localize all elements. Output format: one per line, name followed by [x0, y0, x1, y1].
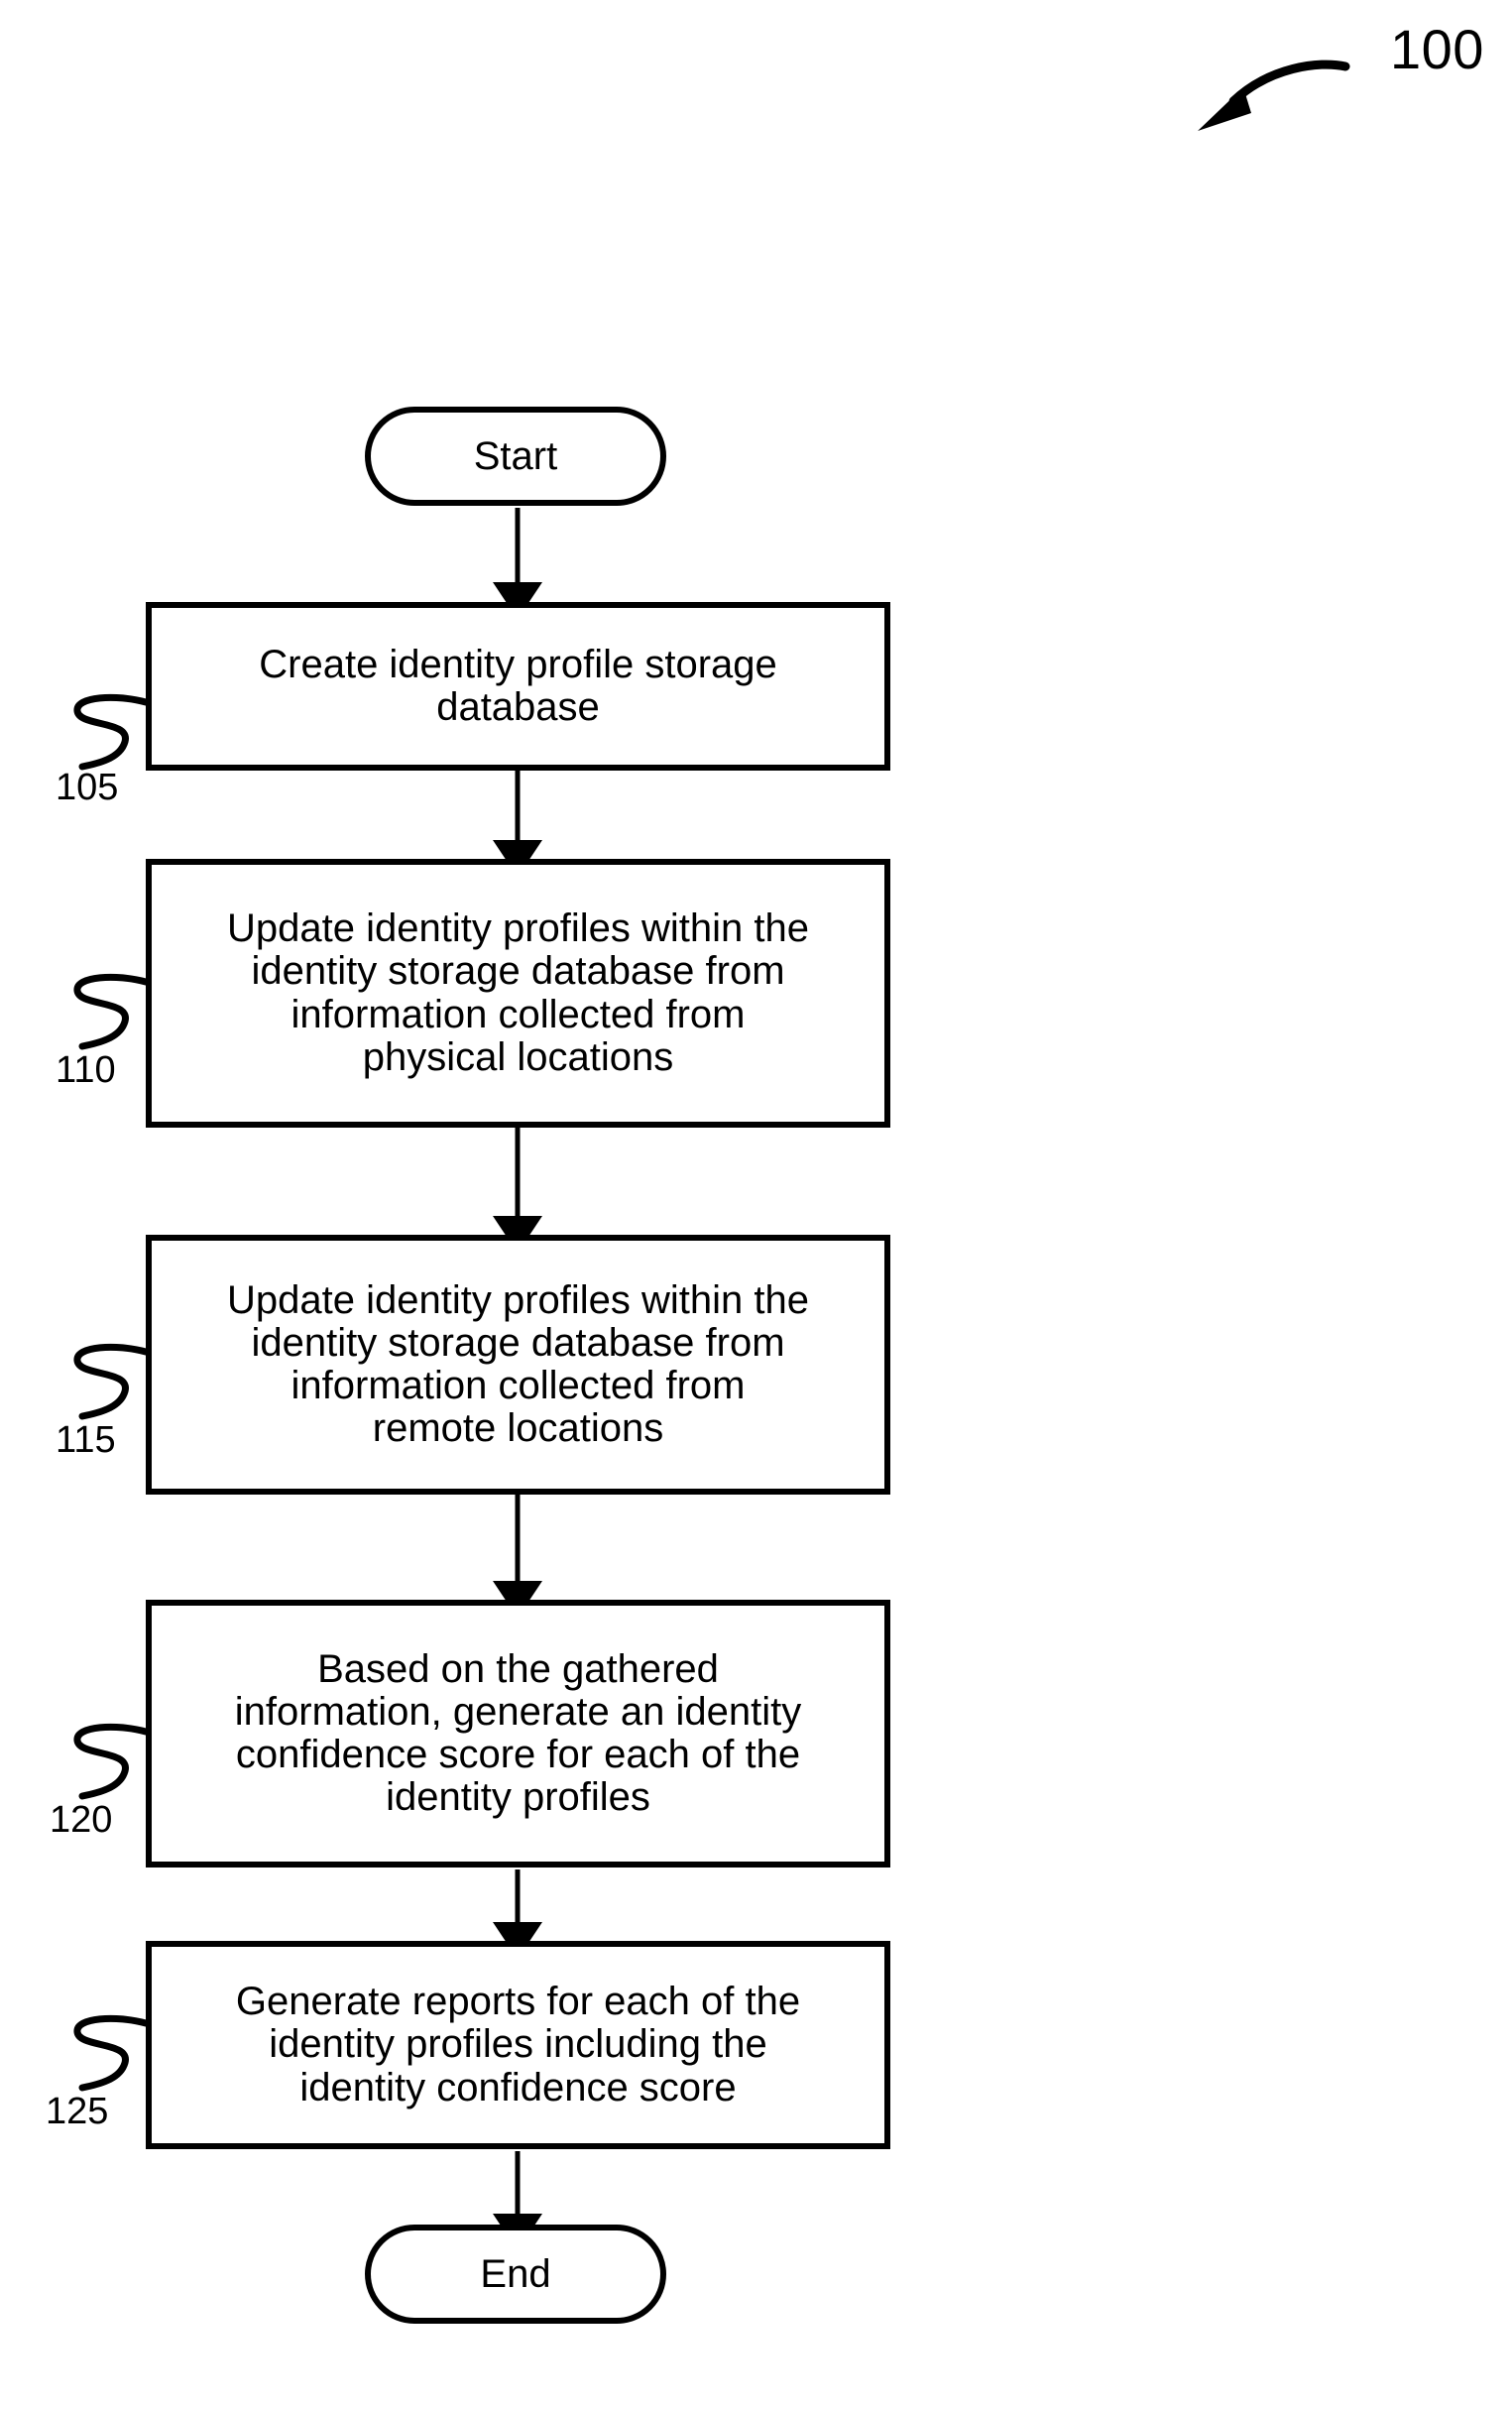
node-step-125-label: Generate reports for each of the identit… [235, 1980, 801, 2109]
reference-115: 115 [56, 1334, 186, 1483]
figure-canvas: 100 Start Create identity profile storag… [0, 0, 1512, 2410]
node-step-120[interactable]: Based on the gathered information, gener… [146, 1600, 890, 1868]
node-step-105[interactable]: Create identity profile storage database [146, 602, 890, 771]
reference-120-number: 120 [50, 1799, 113, 1841]
node-step-110[interactable]: Update identity profiles within the iden… [146, 859, 890, 1128]
node-start[interactable]: Start [365, 407, 666, 506]
node-step-110-label: Update identity profiles within the iden… [227, 906, 809, 1079]
figure-number: 100 [1390, 18, 1484, 80]
reference-110: 110 [56, 964, 186, 1113]
node-step-115[interactable]: Update identity profiles within the iden… [146, 1235, 890, 1495]
node-step-115-label: Update identity profiles within the iden… [227, 1277, 809, 1451]
node-end[interactable]: End [365, 2225, 666, 2324]
node-step-125[interactable]: Generate reports for each of the identit… [146, 1941, 890, 2149]
node-start-label: Start [473, 433, 558, 478]
node-step-105-label: Create identity profile storage database [259, 642, 777, 729]
reference-125-number: 125 [46, 2091, 109, 2132]
reference-105-number: 105 [56, 767, 119, 808]
reference-115-number: 115 [56, 1419, 116, 1461]
figure-callout: 100 [1140, 10, 1497, 139]
reference-105: 105 [56, 655, 186, 808]
node-end-label: End [480, 2251, 551, 2296]
node-step-120-label: Based on the gathered information, gener… [234, 1646, 802, 1820]
reference-120: 120 [50, 1714, 186, 1863]
reference-110-number: 110 [56, 1049, 116, 1091]
reference-125: 125 [46, 2005, 186, 2154]
